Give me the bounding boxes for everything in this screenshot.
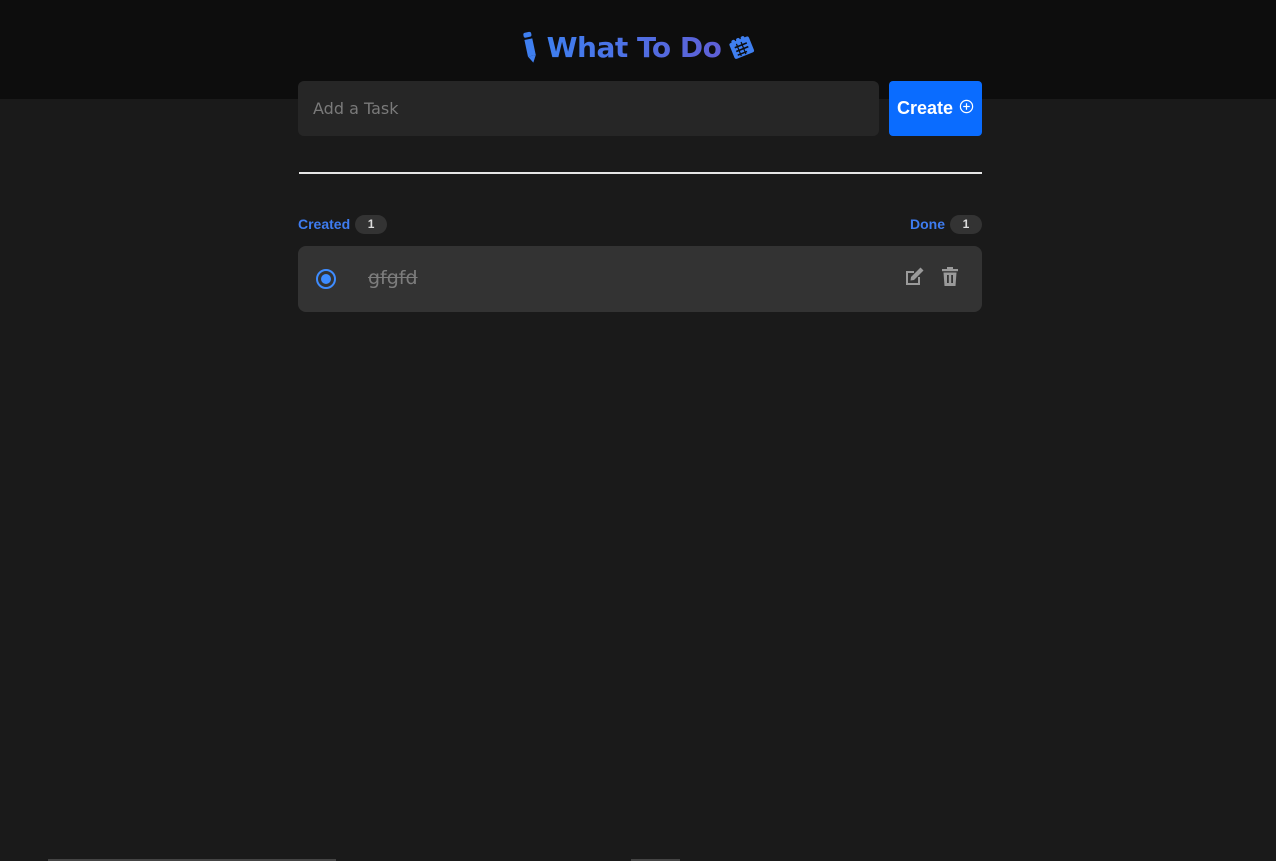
divider — [299, 172, 982, 174]
created-label: Created — [298, 216, 351, 232]
done-label: Done — [910, 216, 945, 232]
app-title: What To Do — [546, 30, 722, 64]
task-text: gfgfd — [368, 267, 418, 289]
trash-icon[interactable] — [938, 265, 962, 294]
main-content: Create Created 1 Done 1 gfgfd — [298, 81, 982, 312]
created-count-badge: 1 — [355, 214, 388, 234]
task-item: gfgfd — [298, 246, 982, 312]
radio-checked-icon — [321, 274, 331, 284]
task-list: gfgfd — [298, 246, 982, 312]
create-button[interactable]: Create — [889, 81, 982, 136]
task-done-radio[interactable] — [316, 269, 336, 289]
created-counter: Created 1 — [298, 214, 388, 234]
new-task-form: Create — [298, 81, 982, 136]
task-actions — [902, 265, 962, 294]
done-counter: Done 1 — [910, 214, 982, 234]
pencil-icon — [519, 30, 541, 64]
notepad-icon — [727, 32, 757, 62]
app-logo: What To Do — [0, 30, 1276, 64]
add-task-input[interactable] — [298, 81, 879, 136]
plus-circle-icon — [959, 98, 974, 119]
done-count-badge: 1 — [950, 214, 982, 234]
create-button-label: Create — [896, 98, 954, 118]
edit-icon[interactable] — [902, 265, 926, 294]
task-counters: Created 1 Done 1 — [298, 214, 982, 234]
